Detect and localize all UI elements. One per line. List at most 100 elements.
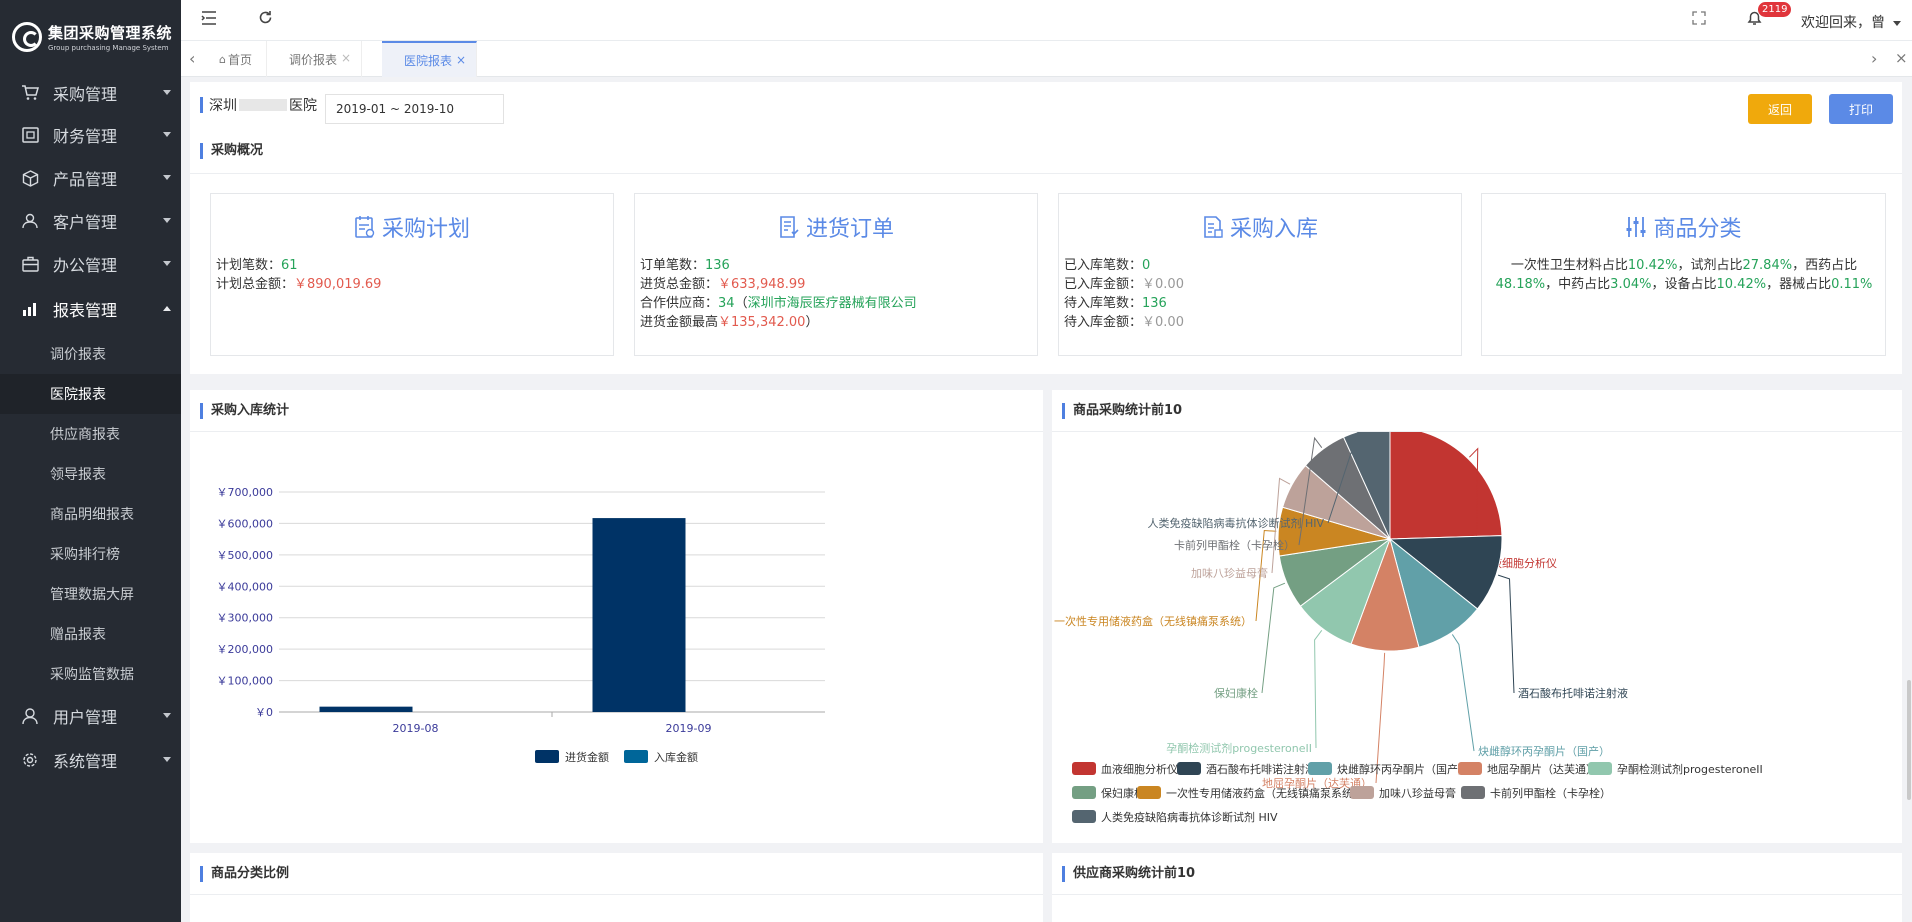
close-all-tabs-icon[interactable]: × — [1895, 49, 1908, 67]
card-purchase-storage: 采购入库 已入库笔数：0 已入库金额：￥0.00 待入库笔数：136 待入库金额… — [1058, 193, 1462, 356]
card-title-text: 采购入库 — [1229, 217, 1318, 242]
legend-swatch — [1350, 786, 1374, 799]
pie-label: 卡前列甲酯栓（卡孕栓） — [1174, 538, 1295, 552]
menu-system[interactable]: 系统管理 — [0, 738, 181, 782]
tab-scroll-right-icon[interactable]: › — [1871, 49, 1877, 68]
sidebar: 集团采购管理系统 Group purchasing Manage System … — [0, 0, 181, 922]
submenu-hospital-report[interactable]: 医院报表 — [0, 374, 181, 414]
legend-label: 入库金额 — [654, 750, 698, 764]
category-ratio-title: 商品分类比例 — [200, 866, 289, 882]
caret-up-icon — [163, 306, 171, 311]
submenu-supplier-report[interactable]: 供应商报表 — [0, 414, 181, 454]
order-count-label: 订单笔数： — [640, 258, 706, 273]
cart-icon — [20, 84, 40, 102]
submenu-supervision-data[interactable]: 采购监管数据 — [0, 654, 181, 694]
menu-finance[interactable]: 财务管理 — [0, 113, 181, 157]
submenu-purchase-ranking[interactable]: 采购排行榜 — [0, 534, 181, 574]
menu-product[interactable]: 产品管理 — [0, 156, 181, 200]
legend-swatch — [1308, 762, 1332, 775]
in-amount-label: 已入库金额： — [1064, 277, 1143, 292]
wait-count-label: 待入库笔数： — [1064, 296, 1143, 311]
menu-office[interactable]: 办公管理 — [0, 242, 181, 286]
legend-swatch — [1458, 762, 1482, 775]
refresh-icon[interactable] — [255, 10, 275, 30]
card-title-text: 采购计划 — [381, 217, 470, 242]
in-count: 0 — [1142, 258, 1151, 273]
tab-bar: ‹ ⌂ 首页 调价报表 × 医院报表 × › × — [181, 41, 1912, 77]
legend-label: 地屈孕酮片（达芙通） — [1487, 762, 1597, 776]
plan-amount: ￥890,019.69 — [294, 277, 382, 292]
menu-label: 用户管理 — [53, 708, 118, 727]
welcome-text: 欢迎回来，曾 — [1801, 15, 1885, 31]
date-range-input[interactable]: 2019-01 ~ 2019-10 — [325, 94, 504, 124]
menu-label: 产品管理 — [53, 170, 118, 189]
pie-label: 一次性专用储液药盒（无线镇痛泵系统） — [1054, 614, 1252, 628]
menu-reports[interactable]: 报表管理 — [0, 287, 181, 331]
plan-count: 61 — [281, 258, 298, 273]
tab-home[interactable]: ⌂ 首页 — [211, 41, 267, 77]
divider — [190, 173, 1902, 174]
plan-icon — [355, 216, 375, 238]
card-purchase-order: 进货订单 订单笔数：136 进货总金额：￥633,948.99 合作供应商：34… — [634, 193, 1038, 356]
pie-label: 酒石酸布托啡诺注射液 — [1518, 686, 1628, 700]
submenu-leader-report[interactable]: 领导报表 — [0, 454, 181, 494]
x-tick-label: 2019-09 — [666, 722, 712, 735]
purchase-storage-bar-chart: ￥0 ￥100,000 ￥200,000 ￥300,000 ￥400,000 ￥500,0… — [217, 486, 825, 764]
max-amount: ￥135,342.00 — [718, 315, 806, 330]
notification-badge: 2119 — [1758, 2, 1792, 17]
logo-icon — [12, 22, 42, 52]
submenu-data-screen[interactable]: 管理数据大屏 — [0, 574, 181, 614]
y-tick-label: ￥600,000 — [217, 517, 274, 530]
close-icon[interactable]: × — [456, 53, 466, 67]
bar-chart-title: 采购入库统计 — [200, 403, 289, 419]
legend-swatch — [1072, 762, 1096, 775]
print-button[interactable]: 打印 — [1829, 94, 1893, 124]
user-menu[interactable]: 欢迎回来，曾 — [1801, 12, 1902, 32]
legend-label: 进货金额 — [565, 750, 609, 764]
pie-label-line — [1497, 574, 1515, 694]
app-logo[interactable]: 集团采购管理系统 Group purchasing Manage System — [0, 0, 181, 74]
supplier-panel — [1052, 853, 1902, 922]
page-scrollbar[interactable] — [1907, 680, 1911, 800]
pie-chart-title: 商品采购统计前10 — [1062, 403, 1182, 419]
menu-customer[interactable]: 客户管理 — [0, 199, 181, 243]
menu-users[interactable]: 用户管理 — [0, 694, 181, 738]
redacted-text — [239, 99, 287, 111]
legend-label: 孕酮检测试剂progesteroneII — [1617, 762, 1763, 776]
tab-scroll-left-icon[interactable]: ‹ — [189, 49, 195, 68]
close-icon[interactable]: × — [341, 51, 351, 65]
menu-label: 系统管理 — [53, 752, 118, 771]
section-marker — [200, 97, 203, 113]
tab-price-report[interactable]: 调价报表 × — [267, 41, 362, 77]
legend-swatch — [1588, 762, 1612, 775]
back-button[interactable]: 返回 — [1748, 94, 1812, 124]
tab-label: 医院报表 — [404, 53, 453, 68]
supplier-title: 供应商采购统计前10 — [1062, 866, 1195, 882]
supplier-label: 合作供应商： — [640, 296, 719, 311]
legend-swatch — [1137, 786, 1161, 799]
overview-title: 采购概况 — [200, 143, 263, 159]
tab-hospital-report[interactable]: 医院报表 × — [382, 41, 477, 77]
legend-swatch — [1177, 762, 1201, 775]
menu-toggle-icon[interactable] — [199, 10, 219, 30]
card-category: 商品分类 一次性卫生材料占比10.42%，试剂占比27.84%，西药占比 48.… — [1481, 193, 1886, 356]
top10-products-pie-chart: 血液细胞分析仪酒石酸布托啡诺注射液炔雌醇环丙孕酮片（国产）地屈孕酮片（达芙通）孕… — [1054, 432, 1763, 824]
plan-amount-label: 计划总金额： — [216, 277, 295, 292]
supplier-name: 深圳市海辰医疗器械有限公司 — [747, 296, 917, 311]
fullscreen-icon[interactable] — [1689, 10, 1709, 30]
submenu-product-detail-report[interactable]: 商品明细报表 — [0, 494, 181, 534]
pie-slice — [1389, 432, 1503, 540]
card-title-text: 进货订单 — [805, 217, 894, 242]
supplier-count: 34 — [718, 296, 735, 311]
category-ratio-panel — [190, 853, 1043, 922]
bar-chart-icon — [20, 300, 40, 318]
hospital-suffix: 医院 — [289, 98, 317, 114]
order-icon — [780, 216, 799, 238]
user-icon — [20, 707, 40, 725]
submenu-price-report[interactable]: 调价报表 — [0, 334, 181, 374]
legend-swatch — [1072, 786, 1096, 799]
menu-purchase[interactable]: 采购管理 — [0, 71, 181, 115]
submenu-gift-report[interactable]: 赠品报表 — [0, 614, 181, 654]
bar-purchase-amount — [319, 706, 413, 712]
bar-purchase-amount — [592, 518, 686, 712]
